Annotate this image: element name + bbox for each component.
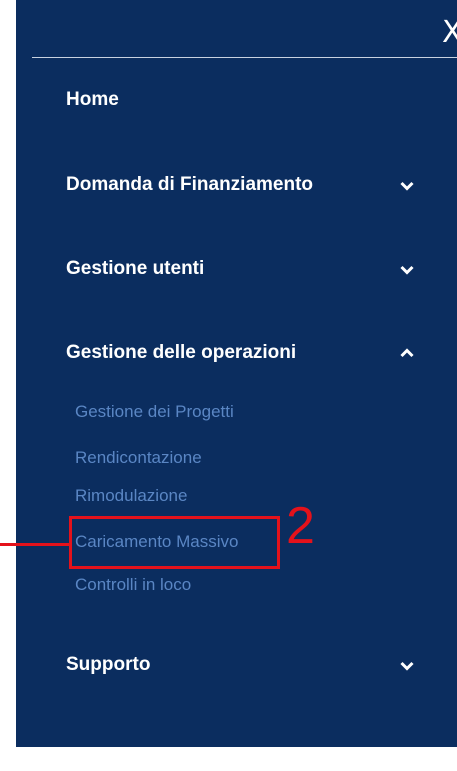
menu-item-supporto[interactable]: Supporto — [66, 654, 150, 676]
submenu-item-gestione-dei-progetti[interactable]: Gestione dei Progetti — [75, 402, 234, 422]
menu-divider — [32, 57, 457, 58]
chevron-down-icon[interactable] — [400, 661, 414, 671]
menu-item-gestione-delle-operazioni[interactable]: Gestione delle operazioni — [66, 342, 296, 364]
navigation-menu-panel — [16, 0, 457, 747]
menu-item-home[interactable]: Home — [66, 89, 119, 111]
chevron-down-icon[interactable] — [400, 265, 414, 275]
chevron-up-icon[interactable] — [400, 348, 414, 358]
annotation-highlight-box — [69, 516, 280, 569]
submenu-item-rendicontazione[interactable]: Rendicontazione — [75, 448, 202, 468]
close-menu-button[interactable]: X — [442, 18, 457, 48]
submenu-item-rimodulazione[interactable]: Rimodulazione — [75, 486, 187, 506]
menu-item-domanda-di-finanziamento[interactable]: Domanda di Finanziamento — [66, 174, 313, 196]
menu-item-gestione-utenti[interactable]: Gestione utenti — [66, 258, 204, 280]
chevron-down-icon[interactable] — [400, 181, 414, 191]
annotation-step-number: 2 — [286, 497, 315, 555]
annotation-pointer-line — [0, 543, 70, 546]
submenu-item-controlli-in-loco[interactable]: Controlli in loco — [75, 575, 191, 595]
